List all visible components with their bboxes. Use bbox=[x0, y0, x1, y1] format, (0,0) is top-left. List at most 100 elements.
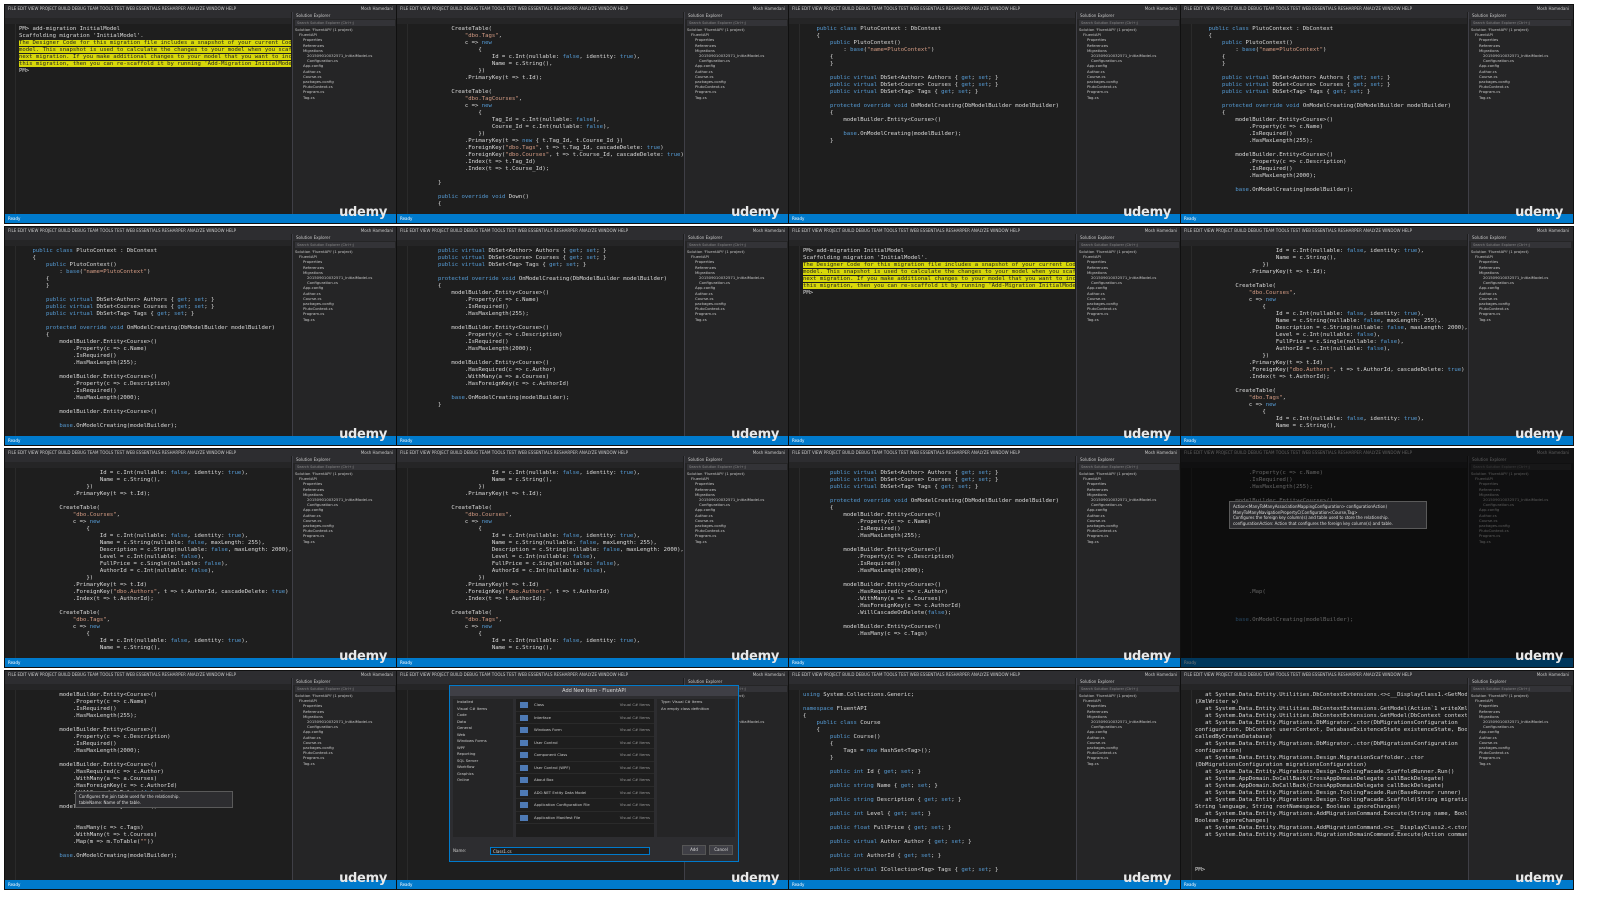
menu-items[interactable]: FILE EDIT VIEW PROJECT BUILD DEBUG TEAM … bbox=[8, 6, 236, 11]
solution-search-input[interactable]: Search Solution Explorer (Ctrl+;) bbox=[1079, 686, 1179, 692]
template-item[interactable]: Interface Visual C# Items bbox=[516, 712, 654, 724]
code-line: public virtual DbSet<Course> Courses { g… bbox=[829, 477, 999, 483]
menu-items[interactable]: FILE EDIT VIEW PROJECT BUILD DEBUG TEAM … bbox=[400, 672, 628, 677]
solution-item[interactable]: Tag.cs bbox=[1077, 95, 1181, 100]
menu-bar[interactable]: FILE EDIT VIEW PROJECT BUILD DEBUG TEAM … bbox=[789, 449, 1181, 456]
solution-item[interactable]: Tag.cs bbox=[1469, 317, 1573, 322]
add-button[interactable]: Add bbox=[682, 845, 706, 855]
template-item[interactable]: ADO.NET Entity Data Model Visual C# Items bbox=[516, 787, 654, 799]
cancel-button[interactable]: Cancel bbox=[709, 845, 733, 855]
template-item[interactable]: Component Class Visual C# Items bbox=[516, 749, 654, 762]
solution-search-input[interactable]: Search Solution Explorer (Ctrl+;) bbox=[1471, 20, 1571, 26]
solution-search-input[interactable]: Search Solution Explorer (Ctrl+;) bbox=[1471, 686, 1571, 692]
code-line: .HasMaxLength(2000); bbox=[19, 748, 141, 754]
menu-items[interactable]: FILE EDIT VIEW PROJECT BUILD DEBUG TEAM … bbox=[792, 450, 1020, 455]
solution-item[interactable]: Tag.cs bbox=[293, 317, 397, 322]
menu-bar[interactable]: FILE EDIT VIEW PROJECT BUILD DEBUG TEAM … bbox=[789, 671, 1181, 678]
menu-items[interactable]: FILE EDIT VIEW PROJECT BUILD DEBUG TEAM … bbox=[400, 6, 628, 11]
template-item[interactable]: About Box Visual C# Items bbox=[516, 774, 654, 787]
code-line: public float FullPrice { get; set; } bbox=[829, 825, 952, 831]
menu-items[interactable]: FILE EDIT VIEW PROJECT BUILD DEBUG TEAM … bbox=[8, 450, 236, 455]
solution-item[interactable]: Tag.cs bbox=[1077, 539, 1181, 544]
solution-item[interactable]: Tag.cs bbox=[685, 317, 789, 322]
menu-items[interactable]: FILE EDIT VIEW PROJECT BUILD DEBUG TEAM … bbox=[400, 450, 628, 455]
menu-bar[interactable]: FILE EDIT VIEW PROJECT BUILD DEBUG TEAM … bbox=[789, 227, 1181, 234]
code-line: .HasMaxLength(2000); bbox=[19, 395, 141, 401]
udemy-watermark: udemy bbox=[339, 649, 387, 664]
menu-items[interactable]: FILE EDIT VIEW PROJECT BUILD DEBUG TEAM … bbox=[1184, 672, 1412, 677]
solution-search-input[interactable]: Search Solution Explorer (Ctrl+;) bbox=[687, 20, 787, 26]
editor-gutter bbox=[1181, 246, 1192, 436]
solution-item[interactable]: Tag.cs bbox=[293, 539, 397, 544]
code-editor[interactable]: public virtual DbSet<Author> Authors { g… bbox=[789, 468, 1075, 658]
code-line: .Property(c => c.Description) bbox=[803, 554, 955, 560]
code-editor[interactable]: at System.Data.Entity.Utilities.DbContex… bbox=[1181, 690, 1467, 880]
code-text: using System.Collections.Generic; namespa… bbox=[803, 692, 1075, 880]
code-editor[interactable]: public virtual DbSet<Author> Authors { g… bbox=[397, 246, 683, 436]
code-editor[interactable]: using System.Collections.Generic; namespa… bbox=[789, 690, 1075, 880]
menu-bar[interactable]: FILE EDIT VIEW PROJECT BUILD DEBUG TEAM … bbox=[5, 227, 397, 234]
template-item[interactable]: Class Visual C# Items bbox=[516, 699, 654, 712]
code-editor[interactable]: PM> add-migration InitialModel Scaffoldin… bbox=[5, 24, 291, 214]
solution-search-input[interactable]: Search Solution Explorer (Ctrl+;) bbox=[1079, 242, 1179, 248]
code-editor[interactable]: PM> add-migration InitialModel Scaffoldin… bbox=[789, 246, 1075, 436]
menu-items[interactable]: FILE EDIT VIEW PROJECT BUILD DEBUG TEAM … bbox=[400, 228, 628, 233]
code-line: } bbox=[803, 61, 834, 67]
solution-item[interactable]: Tag.cs bbox=[1077, 317, 1181, 322]
highlighted-text: model. This snapshot is used to calculat… bbox=[19, 47, 291, 53]
solution-item[interactable]: Tag.cs bbox=[293, 95, 397, 100]
menu-bar[interactable]: FILE EDIT VIEW PROJECT BUILD DEBUG TEAM … bbox=[5, 671, 397, 678]
menu-items[interactable]: FILE EDIT VIEW PROJECT BUILD DEBUG TEAM … bbox=[1184, 228, 1412, 233]
menu-items[interactable]: FILE EDIT VIEW PROJECT BUILD DEBUG TEAM … bbox=[1184, 6, 1412, 11]
solution-search-input[interactable]: Search Solution Explorer (Ctrl+;) bbox=[687, 464, 787, 470]
menu-items[interactable]: FILE EDIT VIEW PROJECT BUILD DEBUG TEAM … bbox=[792, 672, 1020, 677]
solution-item[interactable]: Tag.cs bbox=[1077, 761, 1181, 766]
code-editor[interactable]: public class PlutoContext : DbContext { … bbox=[789, 24, 1075, 214]
menu-bar[interactable]: FILE EDIT VIEW PROJECT BUILD DEBUG TEAM … bbox=[1181, 227, 1573, 234]
template-item[interactable]: Application Configuration File Visual C# … bbox=[516, 799, 654, 812]
menu-bar[interactable]: FILE EDIT VIEW PROJECT BUILD DEBUG TEAM … bbox=[5, 5, 397, 12]
menu-bar[interactable]: FILE EDIT VIEW PROJECT BUILD DEBUG TEAM … bbox=[1181, 5, 1573, 12]
code-editor[interactable]: public class PlutoContext : DbContext { … bbox=[5, 246, 291, 436]
code-editor[interactable]: modelBuilder.Entity<Course>() .Property(… bbox=[5, 690, 291, 880]
solution-item[interactable]: Tag.cs bbox=[1469, 95, 1573, 100]
menu-bar[interactable]: FILE EDIT VIEW PROJECT BUILD DEBUG TEAM … bbox=[397, 227, 789, 234]
template-item[interactable]: User Control Visual C# Items bbox=[516, 737, 654, 749]
menu-items[interactable]: FILE EDIT VIEW PROJECT BUILD DEBUG TEAM … bbox=[792, 228, 1020, 233]
solution-search-input[interactable]: Search Solution Explorer (Ctrl+;) bbox=[295, 686, 395, 692]
code-editor[interactable]: Id = c.Int(nullable: false, identity: tr… bbox=[397, 468, 683, 658]
code-line: configuration) bbox=[1195, 748, 1243, 754]
solution-search-input[interactable]: Search Solution Explorer (Ctrl+;) bbox=[295, 20, 395, 26]
menu-bar[interactable]: FILE EDIT VIEW PROJECT BUILD DEBUG TEAM … bbox=[1181, 671, 1573, 678]
name-input[interactable]: Class1.cs bbox=[490, 847, 650, 855]
menu-bar[interactable]: FILE EDIT VIEW PROJECT BUILD DEBUG TEAM … bbox=[789, 5, 1181, 12]
menu-items[interactable]: FILE EDIT VIEW PROJECT BUILD DEBUG TEAM … bbox=[8, 228, 236, 233]
template-item[interactable]: Windows Form Visual C# Items bbox=[516, 724, 654, 737]
code-editor[interactable]: Id = c.Int(nullable: false, identity: tr… bbox=[5, 468, 291, 658]
menu-items[interactable]: FILE EDIT VIEW PROJECT BUILD DEBUG TEAM … bbox=[8, 672, 236, 677]
solution-item[interactable]: Tag.cs bbox=[1469, 761, 1573, 766]
solution-search-input[interactable]: Search Solution Explorer (Ctrl+;) bbox=[295, 464, 395, 470]
code-editor[interactable]: public class PlutoContext : DbContext { … bbox=[1181, 24, 1467, 214]
menu-bar[interactable]: FILE EDIT VIEW PROJECT BUILD DEBUG TEAM … bbox=[5, 449, 397, 456]
solution-item[interactable]: Tag.cs bbox=[685, 95, 789, 100]
menu-bar[interactable]: FILE EDIT VIEW PROJECT BUILD DEBUG TEAM … bbox=[397, 449, 789, 456]
solution-search-input[interactable]: Search Solution Explorer (Ctrl+;) bbox=[1471, 242, 1571, 248]
menu-bar[interactable]: FILE EDIT VIEW PROJECT BUILD DEBUG TEAM … bbox=[397, 5, 789, 12]
solution-search-input[interactable]: Search Solution Explorer (Ctrl+;) bbox=[687, 242, 787, 248]
solution-item[interactable]: Tag.cs bbox=[685, 539, 789, 544]
highlighted-text: next migration. If you make additional c… bbox=[19, 54, 291, 60]
solution-search-input[interactable]: Search Solution Explorer (Ctrl+;) bbox=[295, 242, 395, 248]
menu-bar[interactable]: FILE EDIT VIEW PROJECT BUILD DEBUG TEAM … bbox=[397, 671, 789, 678]
code-line: public string Name { get; set; } bbox=[829, 783, 938, 789]
code-line: public override void Down() bbox=[437, 194, 529, 200]
template-item[interactable]: Application Manifest File Visual C# Items bbox=[516, 812, 654, 824]
solution-search-input[interactable]: Search Solution Explorer (Ctrl+;) bbox=[1079, 20, 1179, 26]
template-item[interactable]: User Control (WPF) Visual C# Items bbox=[516, 762, 654, 774]
code-editor[interactable]: CreateTable( "dbo.Tags", c => new { Id =… bbox=[397, 24, 683, 214]
code-editor[interactable]: Id = c.Int(nullable: false, identity: tr… bbox=[1181, 246, 1467, 436]
solution-item[interactable]: Tag.cs bbox=[293, 761, 397, 766]
solution-search-input[interactable]: Search Solution Explorer (Ctrl+;) bbox=[1079, 464, 1179, 470]
category-item[interactable]: Online bbox=[453, 777, 513, 784]
menu-items[interactable]: FILE EDIT VIEW PROJECT BUILD DEBUG TEAM … bbox=[792, 6, 1020, 11]
